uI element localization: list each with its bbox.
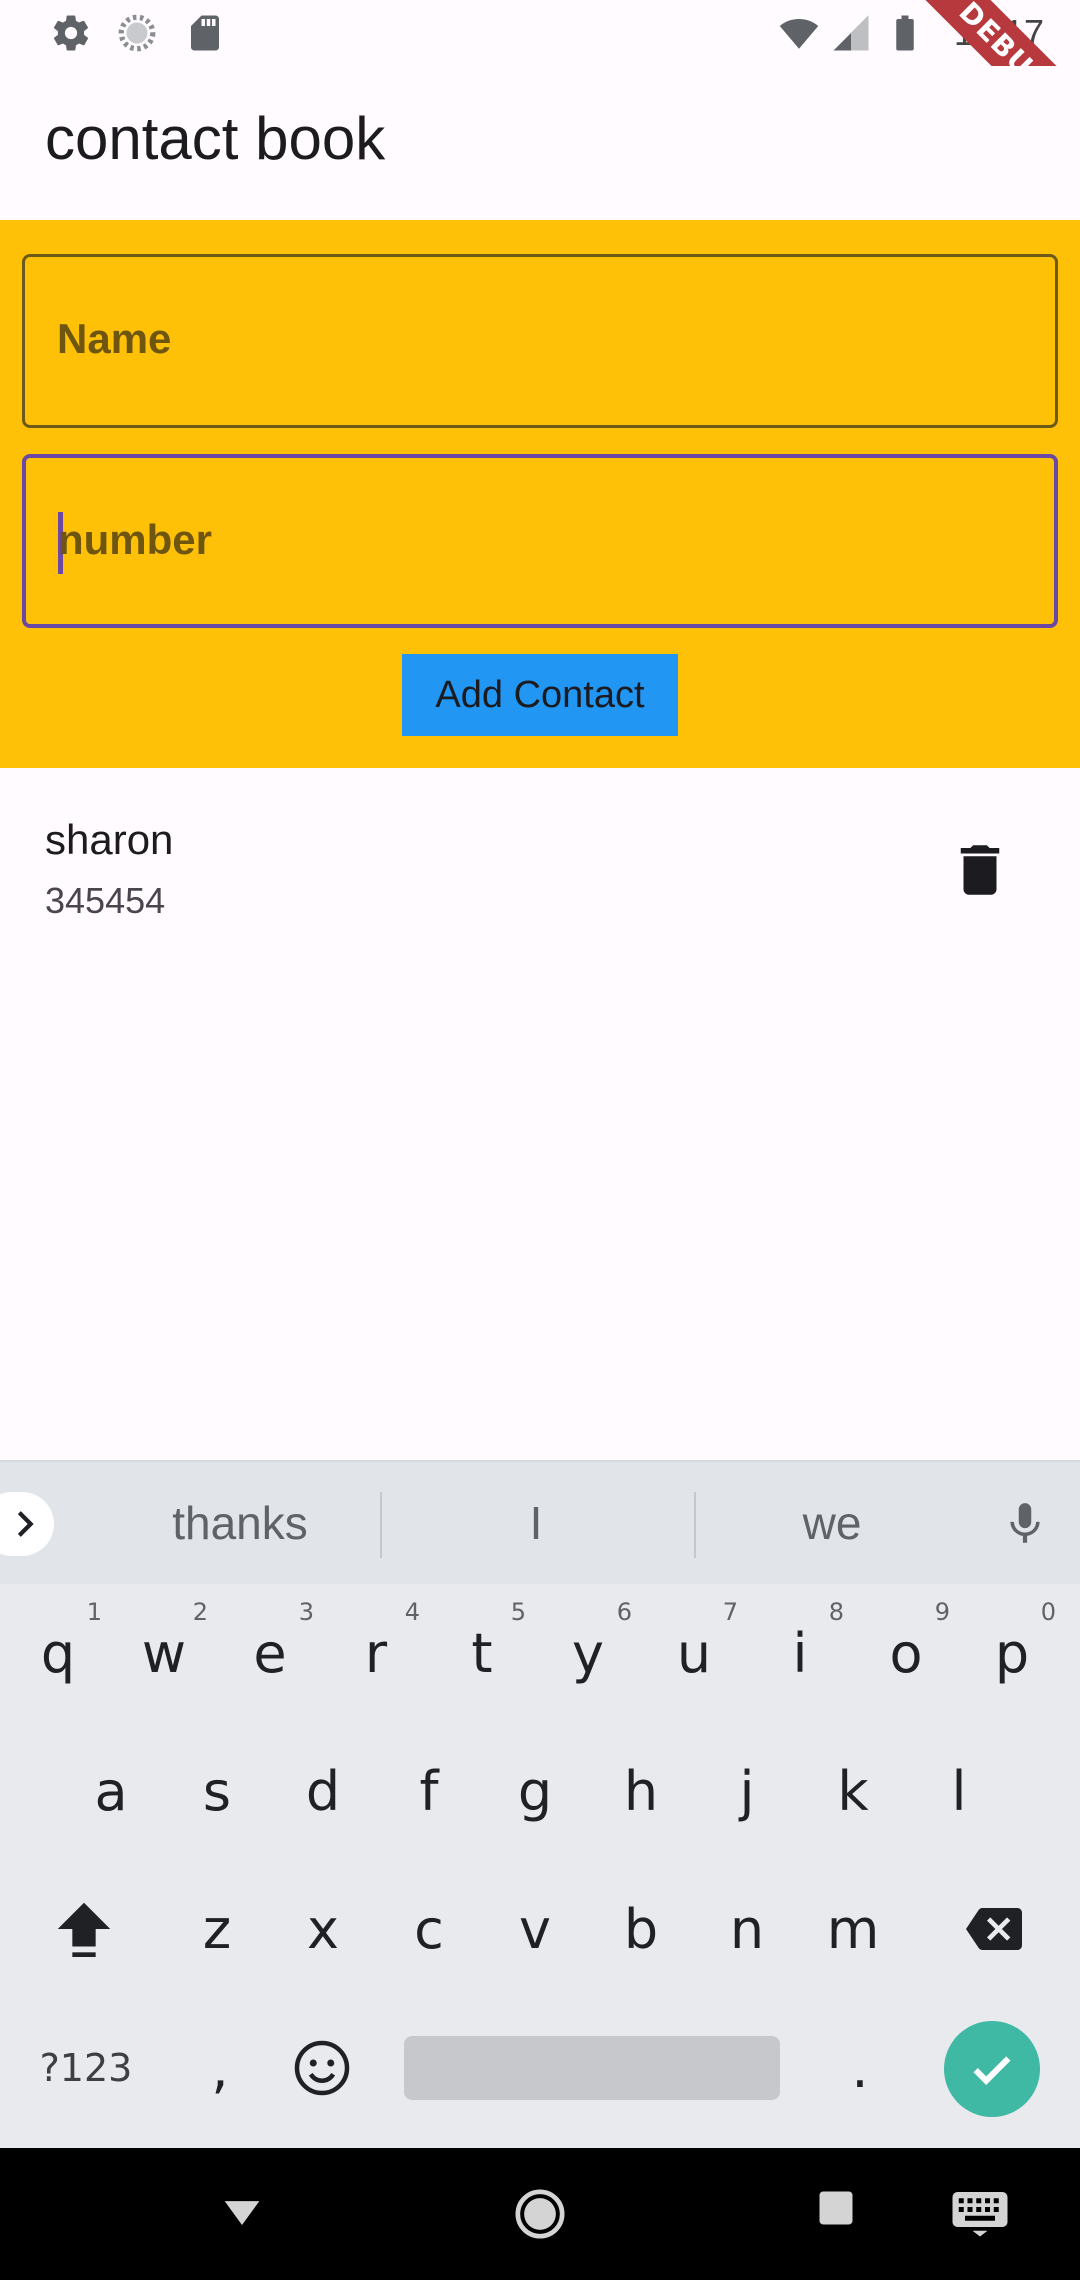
delete-button[interactable] [944, 834, 1016, 906]
check-icon [973, 2056, 1011, 2085]
key-y[interactable]: y6 [538, 1598, 638, 1708]
battery-icon [896, 15, 914, 51]
suggestion-divider [694, 1492, 696, 1558]
key-n[interactable]: n [697, 1874, 797, 1984]
key-u[interactable]: u7 [644, 1598, 744, 1708]
number-field[interactable]: number [22, 454, 1058, 628]
key-v[interactable]: v [485, 1874, 585, 1984]
key-g[interactable]: g [485, 1736, 585, 1846]
add-contact-button[interactable]: Add Contact [402, 654, 678, 736]
expand-toolbar-button[interactable] [0, 1492, 54, 1556]
back-icon[interactable] [216, 2186, 268, 2238]
backspace-key[interactable] [944, 1874, 1044, 1984]
symbols-key[interactable]: ?123 [34, 2013, 138, 2123]
trash-icon [960, 845, 1000, 895]
recents-icon[interactable] [814, 2186, 858, 2230]
suggestion-3[interactable]: we [712, 1496, 952, 1550]
comma-key[interactable]: , [168, 2013, 272, 2123]
signal-icon [833, 15, 869, 51]
app-bar: contact book [0, 66, 1080, 220]
number-field-label: number [58, 516, 213, 563]
emoji-icon [294, 2040, 350, 2096]
key-z[interactable]: z [167, 1874, 267, 1984]
key-c[interactable]: c [379, 1874, 479, 1984]
space-key[interactable] [404, 2036, 780, 2100]
list-item[interactable]: sharon 345454 [0, 790, 1080, 950]
keyboard-switch-icon[interactable] [950, 2186, 1010, 2238]
key-q[interactable]: q1 [8, 1598, 108, 1708]
name-field[interactable]: Name [22, 254, 1058, 428]
page-title: contact book [45, 105, 386, 172]
key-p[interactable]: p0 [962, 1598, 1062, 1708]
key-s[interactable]: s [167, 1736, 267, 1846]
sd-card-icon [191, 15, 219, 51]
backspace-icon [966, 1908, 1022, 1950]
contact-form: Name number Add Contact [0, 220, 1080, 768]
key-a[interactable]: a [61, 1736, 161, 1846]
enter-key[interactable] [944, 2021, 1040, 2117]
sync-icon [118, 14, 156, 52]
key-j[interactable]: j [697, 1736, 797, 1846]
suggestion-divider [380, 1492, 382, 1558]
mic-icon[interactable] [1000, 1496, 1050, 1552]
key-e[interactable]: e3 [220, 1598, 320, 1708]
key-i[interactable]: i8 [750, 1598, 850, 1708]
suggestion-1[interactable]: thanks [120, 1496, 360, 1550]
key-t[interactable]: t5 [432, 1598, 532, 1708]
soft-keyboard: thanks I we q1 w2 e3 r4 t5 y6 u7 i8 o9 p… [0, 1460, 1080, 2148]
contact-number: 345454 [45, 880, 166, 921]
key-f[interactable]: f [379, 1736, 479, 1846]
emoji-key[interactable] [272, 2013, 372, 2123]
shift-icon [57, 1902, 111, 1957]
wifi-icon [779, 19, 819, 49]
contact-name: sharon [45, 816, 174, 863]
suggestion-2[interactable]: I [416, 1496, 656, 1550]
key-d[interactable]: d [273, 1736, 373, 1846]
key-l[interactable]: l [909, 1736, 1009, 1846]
navigation-bar [0, 2148, 1080, 2280]
key-k[interactable]: k [803, 1736, 903, 1846]
gear-icon [53, 15, 89, 51]
shift-key[interactable] [34, 1874, 134, 1984]
key-m[interactable]: m [803, 1874, 903, 1984]
chevron-right-icon [17, 1511, 34, 1537]
key-b[interactable]: b [591, 1874, 691, 1984]
key-o[interactable]: o9 [856, 1598, 956, 1708]
status-bar: 12:17 DEBUG [0, 0, 1080, 166]
name-field-label: Name [57, 315, 172, 362]
key-h[interactable]: h [591, 1736, 691, 1846]
key-x[interactable]: x [273, 1874, 373, 1984]
period-key[interactable]: . [810, 2013, 910, 2123]
key-w[interactable]: w2 [114, 1598, 214, 1708]
suggestion-bar: thanks I we [0, 1460, 1080, 1584]
home-icon[interactable] [512, 2186, 568, 2242]
key-r[interactable]: r4 [326, 1598, 426, 1708]
